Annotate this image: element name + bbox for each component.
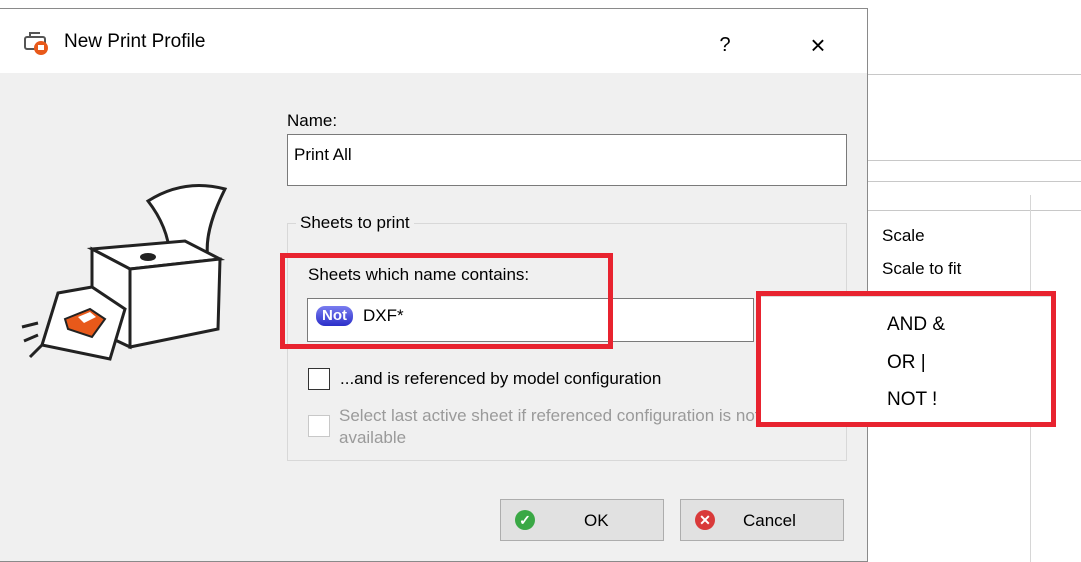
cancel-button[interactable]: ✕ Cancel [680,499,844,541]
referenced-by-config-label: ...and is referenced by model configurat… [340,369,662,388]
background-divider [868,210,1081,211]
printer-illustration-icon [21,183,228,361]
highlight-box-operators [756,291,1056,427]
title-bar: New Print Profile ? × [0,9,867,73]
close-button[interactable]: × [788,25,848,65]
help-button[interactable]: ? [700,25,750,65]
sheets-to-print-title: Sheets to print [296,213,414,233]
ok-button[interactable]: ✓ OK [500,499,664,541]
ok-button-label: OK [584,511,609,530]
background-scale-label: Scale [882,226,925,245]
referenced-by-config-checkbox[interactable] [308,368,330,390]
name-label: Name: [287,111,338,130]
dialog-title: New Print Profile [64,31,206,52]
profile-name-input[interactable]: Print All [287,134,847,186]
print-profile-icon [24,32,48,55]
check-icon: ✓ [515,510,535,530]
select-last-active-sheet-checkbox[interactable] [308,415,330,437]
highlight-box-filter [280,253,613,349]
background-divider [868,160,1081,161]
cancel-button-label: Cancel [743,511,796,530]
background-scale-to-fit-label: Scale to fit [882,259,962,278]
background-divider [868,74,1081,75]
background-divider [868,181,1081,182]
cancel-x-icon: ✕ [695,510,715,530]
